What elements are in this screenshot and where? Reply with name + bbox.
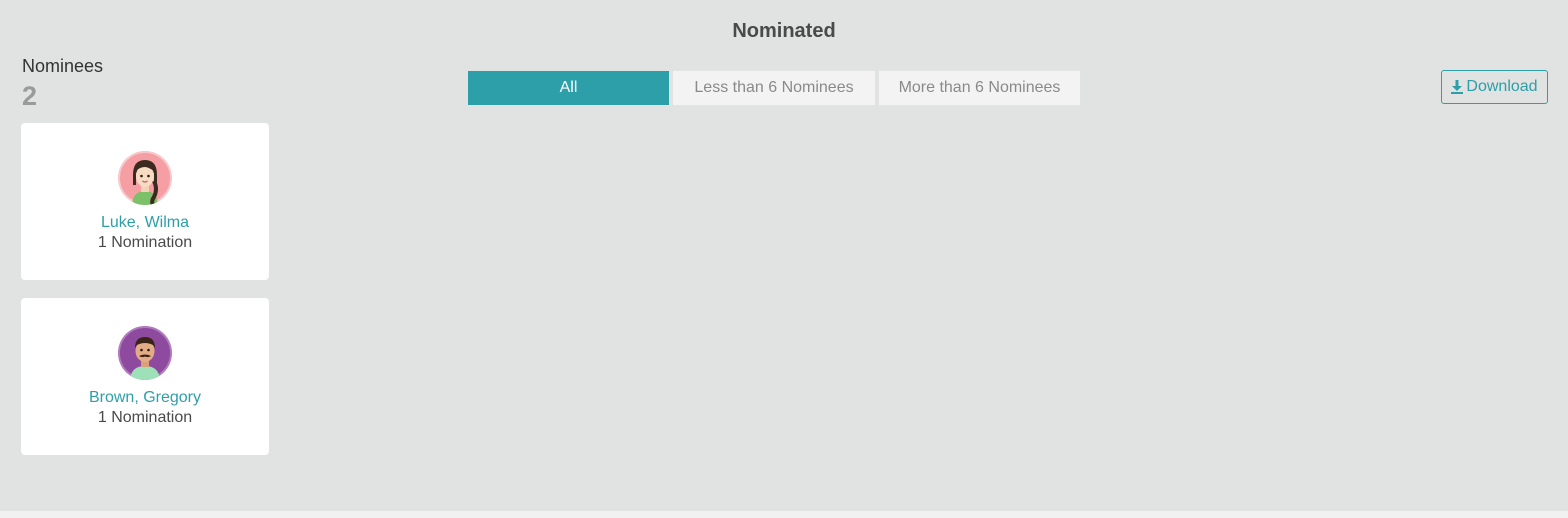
female-avatar-icon <box>118 151 172 205</box>
nominee-name[interactable]: Luke, Wilma <box>21 214 269 232</box>
filter-tabs: All Less than 6 Nominees More than 6 Nom… <box>468 71 1080 105</box>
download-button[interactable]: Download <box>1441 70 1548 104</box>
nomination-count: 1 Nomination <box>97 409 193 426</box>
nominee-name[interactable]: Brown, Gregory <box>21 389 269 407</box>
tab-all[interactable]: All <box>468 71 669 105</box>
nominees-label: Nominees <box>22 56 104 76</box>
nominated-panel: Nominated Nominees 2 All Less than 6 Nom… <box>0 0 1568 511</box>
male-avatar-icon <box>118 326 172 380</box>
nominee-card[interactable]: Luke, Wilma 1 Nomination <box>21 123 269 280</box>
nominees-count: 2 <box>22 81 38 111</box>
nominee-card[interactable]: Brown, Gregory 1 Nomination <box>21 298 269 455</box>
tab-more-than-6[interactable]: More than 6 Nominees <box>879 71 1080 105</box>
download-icon <box>1451 80 1464 94</box>
download-label: Download <box>1466 78 1538 95</box>
nomination-count: 1 Nomination <box>97 234 193 251</box>
tab-less-than-6[interactable]: Less than 6 Nominees <box>673 71 875 105</box>
page-title: Nominated <box>732 20 836 42</box>
